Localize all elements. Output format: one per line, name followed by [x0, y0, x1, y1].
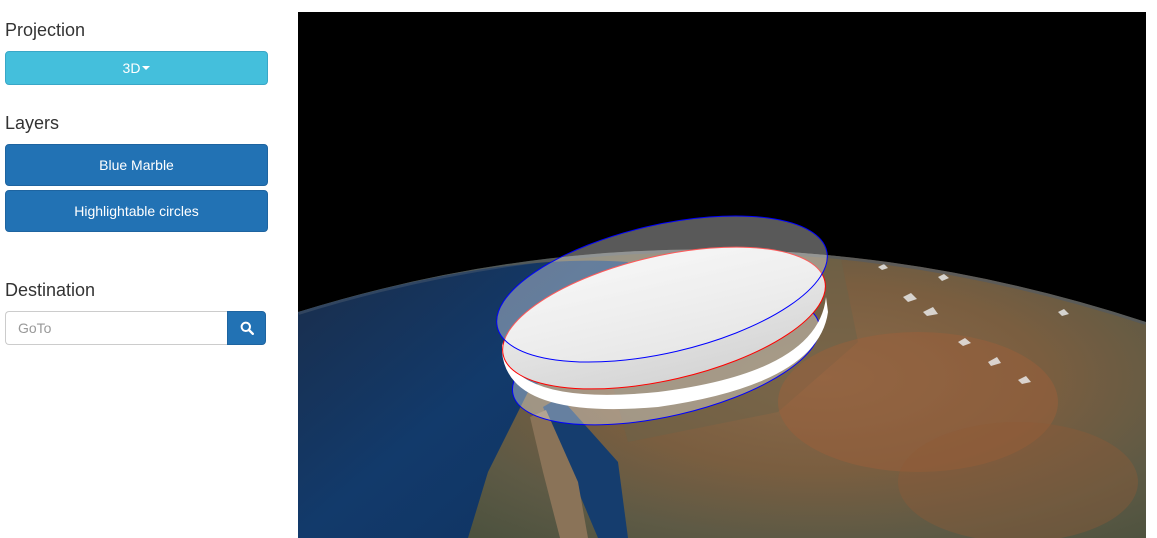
destination-input-group	[5, 311, 266, 345]
globe-canvas[interactable]	[298, 12, 1146, 538]
layer-button-highlightable-circles[interactable]: Highlightable circles	[5, 190, 268, 232]
layer-button-blue-marble[interactable]: Blue Marble	[5, 144, 268, 186]
goto-input[interactable]	[5, 311, 227, 345]
projection-dropdown-label: 3D	[122, 60, 141, 76]
layer-label: Highlightable circles	[74, 203, 199, 219]
projection-dropdown-button[interactable]: 3D	[5, 51, 268, 85]
projection-title: Projection	[5, 20, 86, 40]
search-button[interactable]	[227, 311, 266, 345]
search-icon	[240, 321, 254, 335]
globe-view[interactable]	[298, 12, 1146, 538]
caret-down-icon	[142, 66, 151, 70]
layers-title: Layers	[5, 113, 60, 133]
layer-label: Blue Marble	[99, 157, 174, 173]
destination-title: Destination	[5, 280, 96, 300]
